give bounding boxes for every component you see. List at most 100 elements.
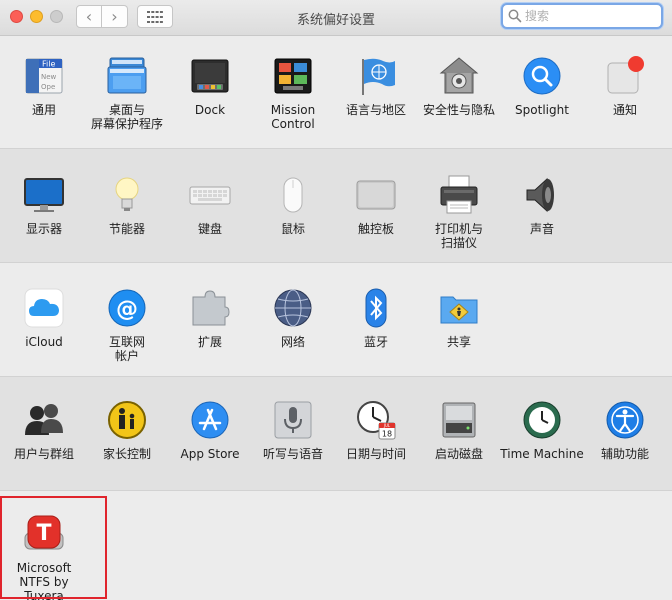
pane-sharing[interactable]: 共享 — [417, 287, 501, 387]
pane-extensions[interactable]: 扩展 — [168, 287, 252, 387]
pane-energy-saver[interactable]: 节能器 — [85, 174, 169, 274]
pane-icloud[interactable]: iCloud — [2, 287, 86, 387]
icloud-icon — [24, 288, 64, 328]
pane-label: 辅助功能 — [600, 447, 649, 461]
pane-label: Dock — [194, 103, 226, 117]
app-store-icon — [191, 401, 229, 439]
pane-mouse[interactable]: 鼠标 — [251, 174, 335, 274]
pane-label: Mission Control — [270, 103, 316, 131]
pane-label: iCloud — [25, 335, 63, 349]
dictation-speech-icon — [274, 401, 312, 439]
pane-label: 共享 — [446, 335, 471, 349]
calendar-month-text: JUL — [383, 423, 391, 428]
accessibility-icon — [606, 401, 644, 439]
search-icon — [508, 9, 522, 23]
displays-icon — [24, 178, 64, 212]
security-privacy-icon — [439, 57, 479, 94]
extensions-icon — [192, 290, 230, 326]
calendar-day-text: 18 — [382, 430, 392, 439]
window-titlebar: ‹ › 系统偏好设置 — [0, 0, 672, 36]
pane-general[interactable]: File New Ope 通用 — [2, 55, 86, 155]
general-icon-file-text: File — [42, 60, 55, 69]
pane-label: 桌面与 屏幕保护程序 — [90, 103, 163, 131]
personal-section: File New Ope 通用 桌面与 屏幕保护程序 Dock Mission … — [0, 37, 672, 148]
pane-label: 家长控制 — [102, 447, 151, 461]
language-region-icon — [362, 58, 395, 95]
svg-text:@: @ — [116, 297, 138, 322]
parental-controls-icon — [108, 401, 146, 439]
pane-date-time[interactable]: JUL 18 日期与时间 — [334, 399, 418, 499]
pane-label: 日期与时间 — [345, 447, 406, 461]
pane-label: 扩展 — [197, 335, 222, 349]
search-input[interactable] — [525, 7, 655, 25]
pane-app-store[interactable]: App Store — [168, 399, 252, 499]
pane-label: 网络 — [280, 335, 305, 349]
pane-parental-controls[interactable]: 家长控制 — [85, 399, 169, 499]
time-machine-icon — [523, 401, 561, 439]
startup-disk-icon — [442, 402, 476, 438]
pane-label: 通知 — [612, 103, 637, 117]
trackpad-icon — [356, 180, 396, 210]
general-icon-open-text: Ope — [41, 83, 55, 91]
pane-label: 打印机与 扫描仪 — [434, 222, 483, 250]
sharing-icon — [440, 296, 478, 324]
pane-mission-control[interactable]: Mission Control — [251, 55, 335, 155]
pane-label: 听写与语音 — [262, 447, 323, 461]
pane-accessibility[interactable]: 辅助功能 — [583, 399, 667, 499]
search-field[interactable] — [501, 3, 663, 29]
internet-section: iCloud @ 互联网 帐户 扩展 网络 蓝牙 共享 — [0, 262, 672, 376]
pane-bluetooth[interactable]: 蓝牙 — [334, 287, 418, 387]
pane-label: 蓝牙 — [363, 335, 388, 349]
general-icon-new-text: New — [41, 73, 57, 81]
spotlight-icon — [523, 57, 561, 95]
pane-startup-disk[interactable]: 启动磁盘 — [417, 399, 501, 499]
pane-label: Time Machine — [500, 447, 584, 461]
pane-internet-accounts[interactable]: @ 互联网 帐户 — [85, 287, 169, 387]
system-section: 用户与群组 家长控制 App Store 听写与语音 JUL 18 日期与时间 … — [0, 376, 672, 490]
pane-label: 用户与群组 — [13, 447, 74, 461]
pane-label: 显示器 — [25, 222, 62, 236]
pane-notifications[interactable]: 通知 — [583, 55, 667, 155]
keyboard-icon — [189, 186, 231, 205]
pane-label: 互联网 帐户 — [108, 335, 145, 363]
bluetooth-icon — [365, 288, 387, 328]
pane-security-privacy[interactable]: 安全性与隐私 — [417, 55, 501, 155]
mouse-icon — [283, 177, 303, 213]
general-icon: File New Ope — [25, 58, 63, 94]
dock-icon — [191, 59, 229, 93]
pane-trackpad[interactable]: 触控板 — [334, 174, 418, 274]
pane-label: 语言与地区 — [345, 103, 406, 117]
pane-dock[interactable]: Dock — [168, 55, 252, 155]
network-icon — [274, 289, 312, 327]
pane-time-machine[interactable]: Time Machine — [500, 399, 584, 499]
pane-sound[interactable]: 声音 — [500, 174, 584, 274]
highlight-box — [0, 496, 107, 599]
pane-desktop-screensaver[interactable]: 桌面与 屏幕保护程序 — [85, 55, 169, 155]
pane-users-groups[interactable]: 用户与群组 — [2, 399, 86, 499]
pane-dictation-speech[interactable]: 听写与语音 — [251, 399, 335, 499]
pane-label: 节能器 — [108, 222, 145, 236]
pane-label: 鼠标 — [280, 222, 305, 236]
desktop-screensaver-icon — [107, 57, 147, 94]
pane-label: 启动磁盘 — [434, 447, 483, 461]
pane-label: 通用 — [31, 103, 56, 117]
notifications-icon — [607, 56, 644, 94]
pane-label: 键盘 — [197, 222, 222, 236]
pane-label: App Store — [180, 447, 240, 461]
hardware-section: 显示器 节能器 键盘 鼠标 触控板 打印机与 扫描仪 声音 — [0, 148, 672, 262]
pane-keyboard[interactable]: 键盘 — [168, 174, 252, 274]
pane-printers-scanners[interactable]: 打印机与 扫描仪 — [417, 174, 501, 274]
internet-accounts-icon: @ — [108, 289, 146, 327]
pane-label: 触控板 — [357, 222, 394, 236]
energy-saver-icon — [115, 177, 139, 211]
pane-displays[interactable]: 显示器 — [2, 174, 86, 274]
pane-label: 安全性与隐私 — [422, 103, 495, 117]
users-groups-icon — [25, 404, 63, 435]
pane-label: 声音 — [529, 222, 554, 236]
pane-network[interactable]: 网络 — [251, 287, 335, 387]
pane-language-region[interactable]: 语言与地区 — [334, 55, 418, 155]
date-time-icon: JUL 18 — [357, 401, 396, 440]
pane-spotlight[interactable]: Spotlight — [500, 55, 584, 155]
pane-label: Spotlight — [515, 103, 569, 117]
printer-scanner-icon — [440, 175, 478, 214]
